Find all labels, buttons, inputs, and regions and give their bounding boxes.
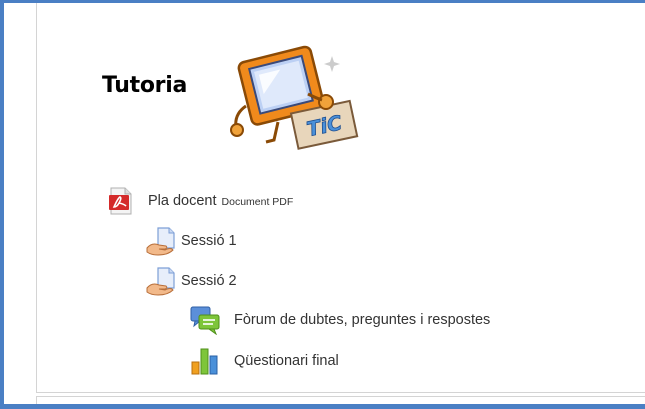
forum-icon — [190, 306, 220, 335]
tic-logo-image: TiC — [230, 45, 359, 150]
activity-type: Document PDF — [221, 196, 294, 208]
page-resource-icon — [146, 227, 175, 256]
activity-questionari[interactable]: Qüestionari final — [190, 346, 339, 376]
activity-forum[interactable]: Fòrum de dubtes, preguntes i respostes — [190, 305, 490, 335]
section-title: Tutoria — [102, 73, 188, 98]
activity-label[interactable]: Fòrum de dubtes, preguntes i respostes — [234, 312, 490, 328]
activity-pla-docent[interactable]: Pla docent Document PDF — [106, 186, 293, 216]
activity-label[interactable]: Qüestionari final — [234, 353, 339, 369]
activity-sessio-1[interactable]: Sessió 1 — [146, 226, 237, 256]
activity-sessio-2[interactable]: Sessió 2 — [146, 266, 237, 296]
page-resource-icon — [146, 267, 175, 296]
next-section-panel — [36, 396, 645, 404]
quiz-icon — [191, 348, 218, 375]
activity-label[interactable]: Sessió 1 — [181, 233, 237, 249]
activity-label[interactable]: Sessió 2 — [181, 273, 237, 289]
pdf-icon — [109, 187, 132, 215]
activity-label[interactable]: Pla docent — [148, 193, 217, 209]
